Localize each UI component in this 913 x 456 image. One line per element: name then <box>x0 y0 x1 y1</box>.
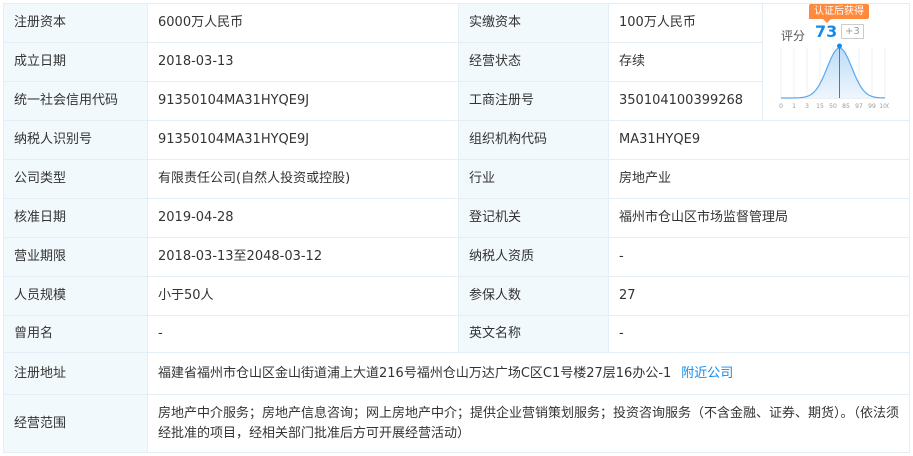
table-row: 核准日期 2019-04-28 登记机关 福州市仓山区市场监督管理局 <box>3 198 910 238</box>
field-value: 91350104MA31HYQE9J <box>147 81 459 121</box>
address-value: 福建省福州市仓山区金山街道浦上大道216号福州仓山万达广场C区C1号楼27层16… <box>158 365 672 381</box>
tick-label: 50 <box>829 103 837 110</box>
company-info-table: 注册资本 6000万人民币 实缴资本 100万人民币 认证后获得 评分 73 +… <box>3 3 910 453</box>
business-scope-value: 房地产中介服务；房地产信息咨询；网上房地产中介；提供企业营销策划服务；投资咨询服… <box>147 394 910 453</box>
field-value: 小于50人 <box>147 276 459 316</box>
field-value: 27 <box>608 276 910 316</box>
tick-label: 99 <box>868 103 876 110</box>
field-value: - <box>147 315 459 353</box>
tick-label: 3 <box>805 103 809 110</box>
score-delta: +3 <box>841 24 864 39</box>
table-row: 人员规模 小于50人 参保人数 27 <box>3 276 910 316</box>
field-value: 6000万人民币 <box>147 3 459 43</box>
field-label: 注册资本 <box>3 3 148 43</box>
field-label: 注册地址 <box>3 352 148 395</box>
field-label: 经营状态 <box>458 42 609 82</box>
field-value: 2018-03-13至2048-03-12 <box>147 237 459 277</box>
table-row: 公司类型 有限责任公司(自然人投资或控股) 行业 房地产业 <box>3 159 910 199</box>
nearby-companies-link[interactable]: 附近公司 <box>681 366 733 381</box>
table-row: 营业期限 2018-03-13至2048-03-12 纳税人资质 - <box>3 237 910 277</box>
field-label: 曾用名 <box>3 315 148 353</box>
field-label: 组织机构代码 <box>458 120 609 160</box>
field-value: - <box>608 237 910 277</box>
field-label: 纳税人资质 <box>458 237 609 277</box>
table-row: 纳税人识别号 91350104MA31HYQE9J 组织机构代码 MA31HYQ… <box>3 120 910 160</box>
table-row: 注册资本 6000万人民币 实缴资本 100万人民币 认证后获得 评分 73 +… <box>3 3 910 121</box>
field-value: 350104100399268 <box>608 81 763 121</box>
field-label: 统一社会信用代码 <box>3 81 148 121</box>
tick-label: 15 <box>816 103 824 110</box>
tick-label: 100 <box>879 103 889 110</box>
field-label: 公司类型 <box>3 159 148 199</box>
field-value: 房地产业 <box>608 159 910 199</box>
field-value: 有限责任公司(自然人投资或控股) <box>147 159 459 199</box>
field-label: 行业 <box>458 159 609 199</box>
certification-badge: 认证后获得 <box>809 4 869 23</box>
field-value: 100万人民币 <box>608 3 763 43</box>
tick-label: 85 <box>842 103 850 110</box>
field-label: 核准日期 <box>3 198 148 238</box>
field-label: 纳税人识别号 <box>3 120 148 160</box>
score-distribution-chart: 0 1 3 15 50 85 97 99 100 <box>779 43 889 110</box>
score-value: 73 <box>815 22 838 41</box>
scope-row: 经营范围 房地产中介服务；房地产信息咨询；网上房地产中介；提供企业营销策划服务；… <box>3 394 910 453</box>
field-value: 存续 <box>608 42 763 82</box>
field-label: 经营范围 <box>3 394 148 453</box>
address-row: 注册地址 福建省福州市仓山区金山街道浦上大道216号福州仓山万达广场C区C1号楼… <box>3 352 910 395</box>
field-label: 登记机关 <box>458 198 609 238</box>
field-value: 2018-03-13 <box>147 42 459 82</box>
field-label: 参保人数 <box>458 276 609 316</box>
score-marker-dot <box>837 43 842 49</box>
field-value: 2019-04-28 <box>147 198 459 238</box>
address-cell: 福建省福州市仓山区金山街道浦上大道216号福州仓山万达广场C区C1号楼27层16… <box>147 352 910 395</box>
tick-label: 97 <box>855 103 863 110</box>
field-label: 英文名称 <box>458 315 609 353</box>
score-panel[interactable]: 认证后获得 评分 73 +3 0 1 3 15 50 85 97 99 100 <box>762 3 910 121</box>
field-label: 工商注册号 <box>458 81 609 121</box>
field-label: 人员规模 <box>3 276 148 316</box>
field-value: 福州市仓山区市场监督管理局 <box>608 198 910 238</box>
table-row: 曾用名 - 英文名称 - <box>3 315 910 353</box>
field-label: 成立日期 <box>3 42 148 82</box>
tick-label: 0 <box>779 103 783 110</box>
field-label: 营业期限 <box>3 237 148 277</box>
field-value: 91350104MA31HYQE9J <box>147 120 459 160</box>
field-label: 实缴资本 <box>458 3 609 43</box>
field-value: - <box>608 315 910 353</box>
field-value: MA31HYQE9 <box>608 120 910 160</box>
tick-label: 1 <box>792 103 796 110</box>
